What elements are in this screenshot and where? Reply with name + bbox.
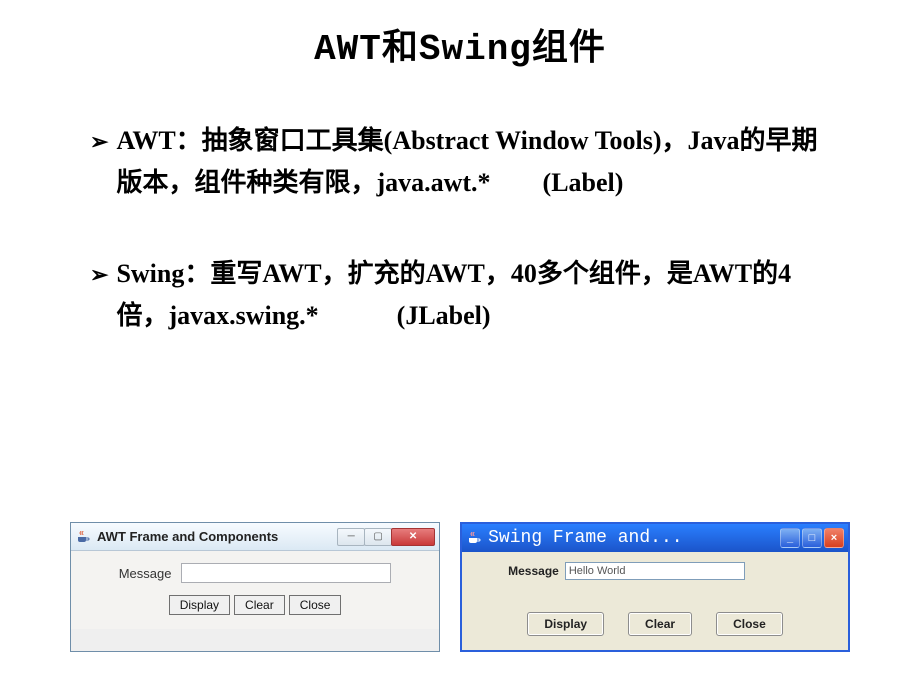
bullet-text: Swing：重写AWT，扩充的AWT，40多个组件，是AWT的4倍，javax.… bbox=[116, 253, 830, 336]
java-coffee-icon bbox=[466, 530, 482, 546]
swing-window-title: Swing Frame and... bbox=[486, 528, 780, 548]
window-controls: ─ ▢ ✕ bbox=[338, 528, 435, 546]
awt-window: AWT Frame and Components ─ ▢ ✕ Message D… bbox=[70, 522, 440, 652]
bullet-marker-icon: ➢ bbox=[90, 257, 108, 336]
message-input[interactable] bbox=[181, 563, 391, 583]
close-button[interactable]: Close bbox=[716, 612, 783, 636]
display-button[interactable]: Display bbox=[169, 595, 230, 615]
close-button[interactable]: ✕ bbox=[391, 528, 435, 546]
message-input[interactable] bbox=[565, 562, 745, 580]
java-coffee-icon bbox=[75, 529, 91, 545]
slide-title: AWT和Swing组件 bbox=[0, 0, 920, 70]
bullet-item: ➢ Swing：重写AWT，扩充的AWT，40多个组件，是AWT的4倍，java… bbox=[90, 253, 830, 336]
awt-titlebar[interactable]: AWT Frame and Components ─ ▢ ✕ bbox=[71, 523, 439, 551]
display-button[interactable]: Display bbox=[527, 612, 604, 636]
message-label: Message bbox=[119, 566, 172, 581]
minimize-button[interactable]: ─ bbox=[337, 528, 365, 546]
close-button[interactable]: × bbox=[824, 528, 844, 548]
clear-button[interactable]: Clear bbox=[628, 612, 692, 636]
bullet-marker-icon: ➢ bbox=[90, 124, 108, 203]
maximize-button[interactable]: □ bbox=[802, 528, 822, 548]
windows-row: AWT Frame and Components ─ ▢ ✕ Message D… bbox=[0, 522, 920, 652]
awt-window-title: AWT Frame and Components bbox=[95, 529, 338, 544]
slide-content: ➢ AWT：抽象窗口工具集(Abstract Window Tools)，Jav… bbox=[0, 70, 920, 336]
awt-body: Message Display Clear Close bbox=[71, 551, 439, 629]
window-controls: _ □ × bbox=[780, 528, 844, 548]
maximize-button[interactable]: ▢ bbox=[364, 528, 392, 546]
swing-body: Message Display Clear Close bbox=[462, 552, 848, 650]
bullet-item: ➢ AWT：抽象窗口工具集(Abstract Window Tools)，Jav… bbox=[90, 120, 830, 203]
bullet-text: AWT：抽象窗口工具集(Abstract Window Tools)，Java的… bbox=[116, 120, 830, 203]
close-button[interactable]: Close bbox=[289, 595, 342, 615]
clear-button[interactable]: Clear bbox=[234, 595, 285, 615]
swing-window: Swing Frame and... _ □ × Message Display… bbox=[460, 522, 850, 652]
minimize-button[interactable]: _ bbox=[780, 528, 800, 548]
message-label: Message bbox=[508, 564, 559, 578]
swing-titlebar[interactable]: Swing Frame and... _ □ × bbox=[462, 524, 848, 552]
